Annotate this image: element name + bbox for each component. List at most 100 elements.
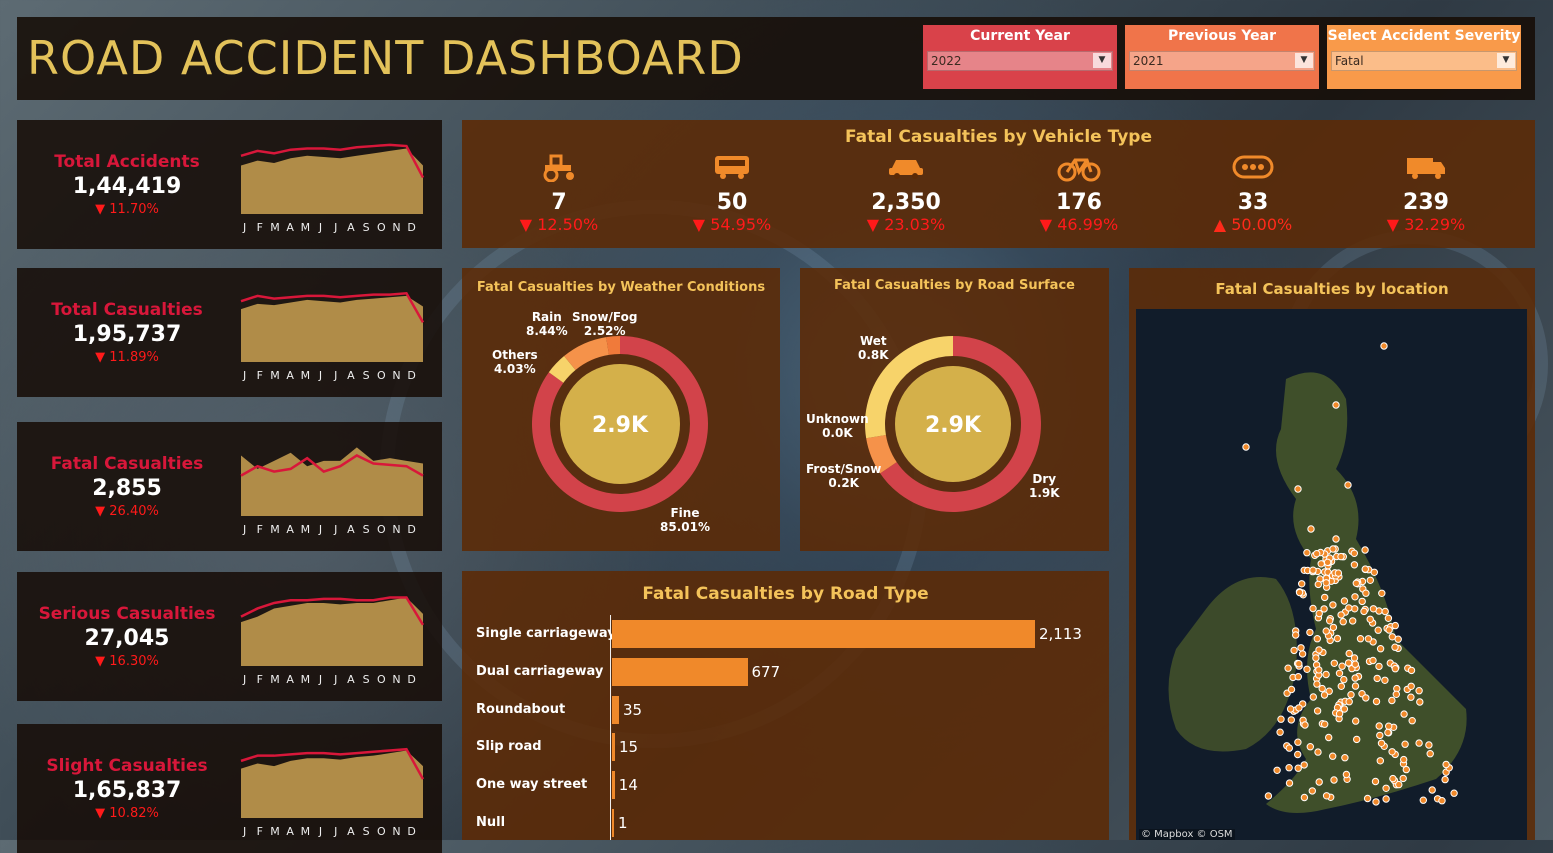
accident-marker[interactable] (1294, 673, 1303, 681)
accident-marker[interactable] (1442, 760, 1450, 769)
accident-marker[interactable] (1340, 675, 1348, 684)
accident-marker[interactable] (1378, 589, 1386, 597)
accident-marker[interactable] (1352, 579, 1361, 587)
accident-marker[interactable] (1329, 752, 1337, 760)
accident-marker[interactable] (1407, 666, 1416, 675)
vehicle-type-item[interactable]: 7 ▼ 12.50% (474, 152, 644, 234)
accident-marker[interactable] (1345, 604, 1353, 612)
accident-marker[interactable] (1329, 545, 1337, 553)
accident-marker[interactable] (1309, 604, 1317, 613)
accident-marker[interactable] (1401, 740, 1409, 748)
accident-marker[interactable] (1362, 694, 1370, 702)
bar-row[interactable]: Roundabout 35 (462, 695, 1102, 725)
accident-marker[interactable] (1285, 779, 1294, 787)
bar[interactable] (612, 771, 615, 800)
accident-marker[interactable] (1400, 710, 1408, 718)
accident-marker[interactable] (1394, 635, 1402, 643)
accident-marker[interactable] (1407, 693, 1415, 701)
accident-marker[interactable] (1335, 710, 1344, 718)
accident-marker[interactable] (1332, 401, 1340, 409)
accident-marker[interactable] (1337, 552, 1345, 561)
accident-marker[interactable] (1306, 743, 1315, 751)
vehicle-type-item[interactable]: 239 ▼ 32.29% (1341, 152, 1511, 234)
accident-marker[interactable] (1362, 589, 1370, 597)
vehicle-type-item[interactable]: 33 ▲ 50.00% (1168, 152, 1338, 234)
accident-marker[interactable] (1400, 755, 1408, 764)
accident-marker[interactable] (1361, 565, 1370, 573)
accident-marker[interactable] (1242, 443, 1250, 451)
accident-marker[interactable] (1298, 580, 1306, 588)
bar[interactable] (612, 733, 615, 762)
accident-marker[interactable] (1313, 680, 1321, 688)
accident-marker[interactable] (1295, 660, 1303, 668)
accident-marker[interactable] (1294, 750, 1302, 759)
accident-marker[interactable] (1330, 776, 1338, 784)
accident-marker[interactable] (1306, 628, 1314, 637)
current-year-select[interactable]: 2022 ▼ (927, 51, 1113, 71)
accident-marker[interactable] (1322, 670, 1330, 679)
accident-marker[interactable] (1300, 793, 1309, 802)
accident-marker[interactable] (1318, 684, 1326, 693)
accident-marker[interactable] (1441, 775, 1449, 784)
accident-marker[interactable] (1358, 597, 1366, 606)
accident-marker[interactable] (1264, 792, 1273, 800)
accident-marker[interactable] (1345, 698, 1353, 706)
accident-marker[interactable] (1308, 787, 1317, 795)
chevron-down-icon[interactable]: ▼ (1295, 53, 1313, 68)
chevron-down-icon[interactable]: ▼ (1093, 53, 1111, 68)
accident-marker[interactable] (1323, 558, 1332, 567)
bar[interactable] (612, 695, 619, 724)
bar-row[interactable]: Single carriageway 2,113 (462, 619, 1102, 649)
filter-previous-year[interactable]: Previous Year 2021 ▼ (1125, 25, 1319, 89)
accident-marker[interactable] (1402, 765, 1410, 774)
accident-marker[interactable] (1376, 757, 1385, 765)
kpi-sparkline[interactable] (239, 440, 425, 518)
accident-marker[interactable] (1381, 607, 1389, 616)
accident-marker[interactable] (1353, 735, 1361, 744)
accident-marker[interactable] (1375, 662, 1383, 671)
accident-marker[interactable] (1399, 774, 1407, 783)
accident-marker[interactable] (1381, 676, 1389, 684)
accident-marker[interactable] (1298, 650, 1307, 658)
accident-marker[interactable] (1300, 761, 1308, 769)
accident-marker[interactable] (1374, 626, 1382, 634)
accident-marker[interactable] (1294, 738, 1302, 746)
kpi-sparkline[interactable] (239, 742, 425, 820)
accident-marker[interactable] (1384, 728, 1392, 737)
accident-marker[interactable] (1351, 605, 1359, 613)
accident-marker[interactable] (1313, 707, 1322, 715)
accident-marker[interactable] (1370, 568, 1379, 576)
accident-marker[interactable] (1366, 615, 1374, 623)
accident-marker[interactable] (1290, 646, 1298, 655)
accident-marker[interactable] (1297, 644, 1305, 652)
bar-row[interactable]: Dual carriageway 677 (462, 657, 1102, 687)
accident-marker[interactable] (1286, 705, 1295, 713)
accident-marker[interactable] (1287, 685, 1296, 694)
accident-marker[interactable] (1292, 631, 1300, 639)
accident-marker[interactable] (1376, 645, 1385, 653)
filter-current-year[interactable]: Current Year 2022 ▼ (923, 25, 1117, 89)
bar-row[interactable]: Null 1 (462, 808, 1102, 838)
accident-marker[interactable] (1315, 609, 1323, 618)
accident-marker[interactable] (1329, 623, 1338, 632)
accident-marker[interactable] (1364, 635, 1373, 643)
accident-marker[interactable] (1382, 784, 1390, 792)
accident-marker[interactable] (1295, 704, 1303, 712)
accident-marker[interactable] (1307, 525, 1315, 533)
vehicle-type-item[interactable]: 50 ▼ 54.95% (647, 152, 817, 234)
accident-marker[interactable] (1351, 593, 1359, 601)
accident-marker[interactable] (1438, 797, 1446, 805)
severity-select[interactable]: Fatal ▼ (1331, 51, 1517, 71)
accident-marker[interactable] (1389, 774, 1397, 783)
accident-marker[interactable] (1315, 778, 1323, 786)
accident-marker[interactable] (1345, 649, 1353, 658)
accident-marker[interactable] (1340, 597, 1349, 605)
accident-marker[interactable] (1408, 717, 1416, 725)
accident-marker[interactable] (1301, 721, 1309, 729)
accident-marker[interactable] (1284, 664, 1292, 672)
accident-marker[interactable] (1325, 733, 1333, 742)
accident-marker[interactable] (1425, 741, 1433, 749)
accident-marker[interactable] (1388, 696, 1396, 705)
previous-year-select[interactable]: 2021 ▼ (1129, 51, 1315, 71)
accident-marker[interactable] (1303, 549, 1311, 557)
